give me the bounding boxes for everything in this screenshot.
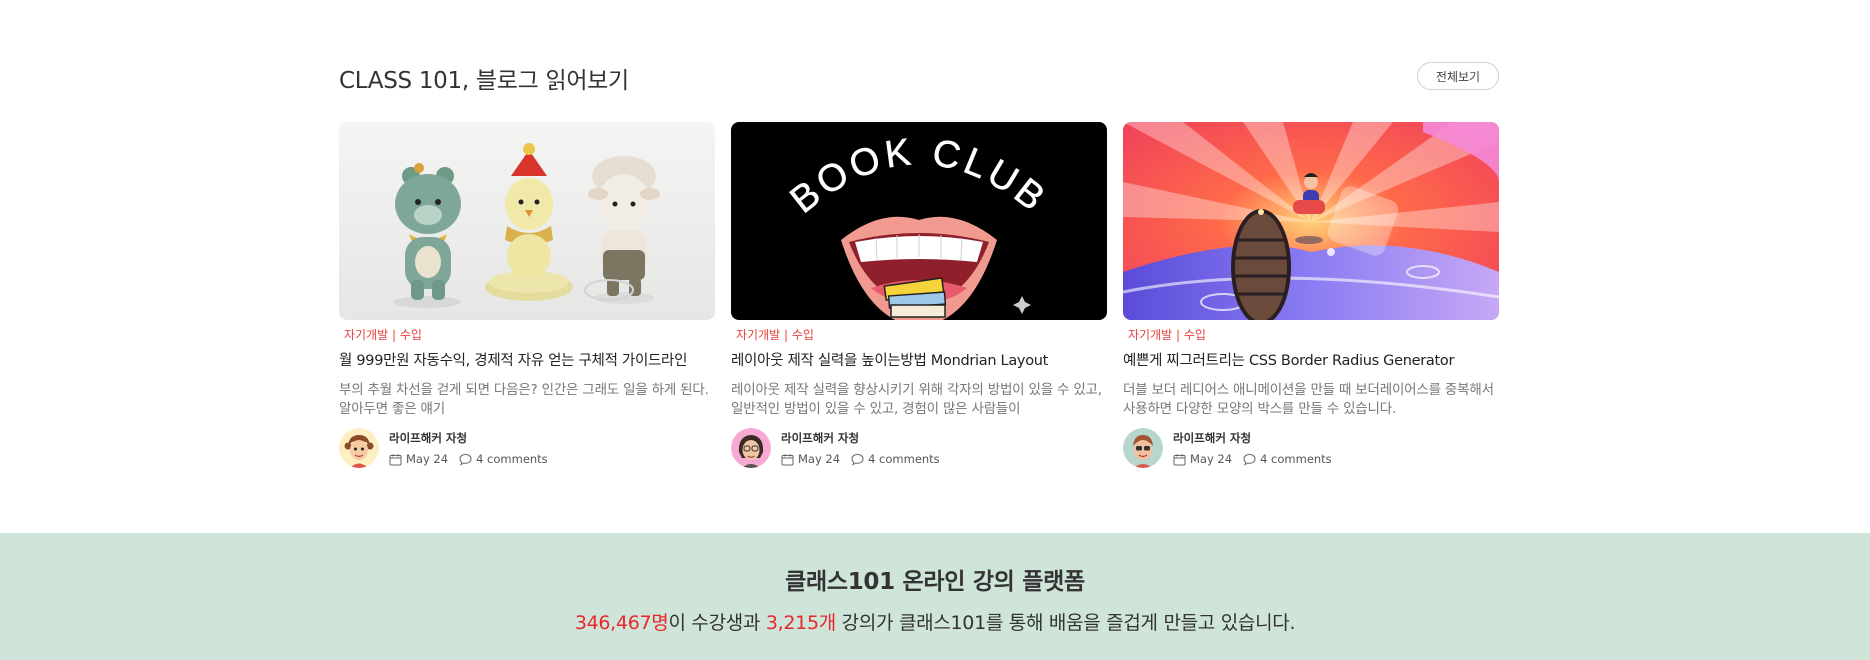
post-comments[interactable]: 4 comments <box>1260 452 1332 466</box>
post-title[interactable]: 레이아웃 제작 실력을 높이는방법 Mondrian Layout <box>731 349 1107 370</box>
stats-description: 346,467명이 수강생과 3,215개 강의가 클래스101를 통해 배움을… <box>0 608 1870 635</box>
calendar-icon <box>389 453 402 466</box>
post-meta: 라이프해커 자청 May 24 4 comments <box>1123 428 1499 468</box>
post-thumbnail-book-club[interactable]: BOOK CLUB <box>731 122 1107 320</box>
post-thumbnail-crochet-dolls[interactable] <box>339 122 715 320</box>
calendar-icon <box>781 453 794 466</box>
post-meta: 라이프해커 자청 May 24 4 comments <box>731 428 1107 468</box>
post-author[interactable]: 라이프해커 자청 <box>781 430 940 446</box>
post-date: May 24 <box>406 452 449 466</box>
students-count: 346,467명 <box>574 612 669 634</box>
comment-icon <box>851 453 864 466</box>
blog-card[interactable]: BOOK CLUB 자기개발 | 수입 레이아웃 제작 실력을 높이는방법 Mo… <box>731 122 1107 468</box>
view-all-button[interactable]: 전체보기 <box>1417 62 1499 90</box>
colorful-portal-illustration-image <box>1123 122 1499 320</box>
avatar <box>339 428 379 468</box>
post-date: May 24 <box>798 452 841 466</box>
post-author[interactable]: 라이프해커 자청 <box>389 430 548 446</box>
post-thumbnail-portal[interactable] <box>1123 122 1499 320</box>
students-suffix: 이 수강생과 <box>668 612 766 634</box>
book-club-image: BOOK CLUB <box>731 122 1107 320</box>
post-comments[interactable]: 4 comments <box>868 452 940 466</box>
stats-banner: 클래스101 온라인 강의 플랫폼 346,467명이 수강생과 3,215개 … <box>0 533 1870 660</box>
crochet-dolls-image <box>339 122 715 320</box>
post-category[interactable]: 자기개발 | 수입 <box>736 326 1107 343</box>
avatar <box>731 428 771 468</box>
section-title: CLASS 101, 블로그 읽어보기 <box>339 68 629 94</box>
post-category[interactable]: 자기개발 | 수입 <box>344 326 715 343</box>
post-excerpt: 부의 추월 차선을 걷게 되면 다음은? 인간은 그래도 일을 하게 된다. 알… <box>339 382 709 417</box>
classes-count: 3,215개 <box>765 612 836 634</box>
post-comments[interactable]: 4 comments <box>476 452 548 466</box>
avatar-1-icon <box>339 428 379 468</box>
calendar-icon <box>1173 453 1186 466</box>
post-excerpt: 더블 보더 레디어스 애니메이션을 만들 때 보더레이어스를 중복해서 사용하면… <box>1123 382 1494 417</box>
post-author[interactable]: 라이프해커 자청 <box>1173 430 1332 446</box>
post-meta: 라이프해커 자청 May 24 4 comments <box>339 428 715 468</box>
avatar-2-icon <box>731 428 771 468</box>
post-category[interactable]: 자기개발 | 수입 <box>1128 326 1499 343</box>
avatar <box>1123 428 1163 468</box>
post-date: May 24 <box>1190 452 1233 466</box>
post-title[interactable]: 월 999만원 자동수익, 경제적 자유 얻는 구체적 가이드라인 <box>339 349 715 370</box>
post-title[interactable]: 예쁜게 찌그러트리는 CSS Border Radius Generator <box>1123 349 1499 370</box>
stats-title: 클래스101 온라인 강의 플랫폼 <box>785 569 1085 595</box>
post-excerpt: 레이아웃 제작 실력을 향상시키기 위해 각자의 방법이 있을 수 있고, 일반… <box>731 382 1102 417</box>
blog-card[interactable]: 자기개발 | 수입 예쁜게 찌그러트리는 CSS Border Radius G… <box>1123 122 1499 468</box>
comment-icon <box>459 453 472 466</box>
avatar-3-icon <box>1123 428 1163 468</box>
classes-suffix: 강의가 클래스101를 통해 배움을 즐겁게 만들고 있습니다. <box>835 612 1296 634</box>
blog-card[interactable]: 자기개발 | 수입 월 999만원 자동수익, 경제적 자유 얻는 구체적 가이… <box>339 122 715 468</box>
comment-icon <box>1243 453 1256 466</box>
blog-section: CLASS 101, 블로그 읽어보기 전체보기 자기개발 | 수입 월 999… <box>0 0 1870 533</box>
